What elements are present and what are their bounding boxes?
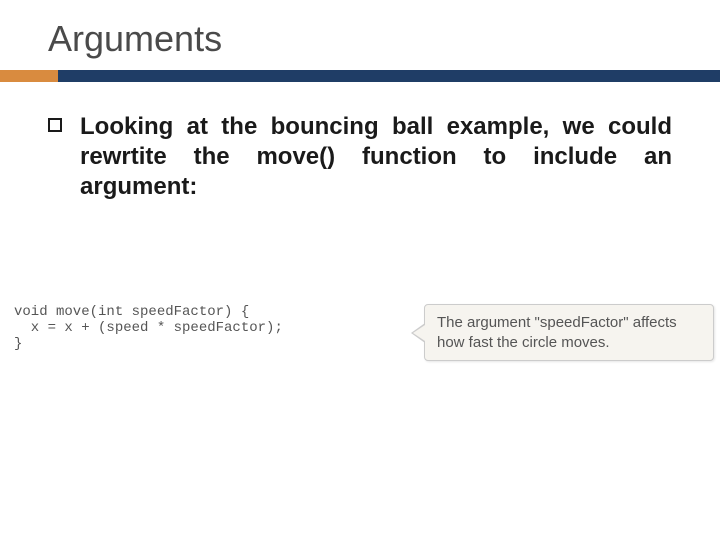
callout-pointer-icon bbox=[411, 323, 425, 343]
bullet-text: Looking at the bouncing ball example, we… bbox=[80, 112, 672, 202]
callout-box: The argument "speedFactor" affects how f… bbox=[424, 304, 714, 361]
accent-bar-orange bbox=[0, 70, 58, 82]
bullet-item: Looking at the bouncing ball example, we… bbox=[48, 112, 672, 202]
accent-bar-blue bbox=[58, 70, 720, 82]
slide-title: Arguments bbox=[0, 0, 720, 70]
bullet-square-icon bbox=[48, 118, 62, 132]
callout-wrap: The argument "speedFactor" affects how f… bbox=[411, 304, 714, 361]
code-block: void move(int speedFactor) { x = x + (sp… bbox=[6, 300, 411, 356]
content-area: Looking at the bouncing ball example, we… bbox=[0, 82, 720, 202]
code-line-3: } bbox=[14, 336, 22, 352]
code-line-1: void move(int speedFactor) { bbox=[14, 304, 249, 320]
accent-bar bbox=[0, 70, 720, 82]
code-line-2: x = x + (speed * speedFactor); bbox=[14, 320, 283, 336]
code-example: void move(int speedFactor) { x = x + (sp… bbox=[6, 300, 714, 361]
